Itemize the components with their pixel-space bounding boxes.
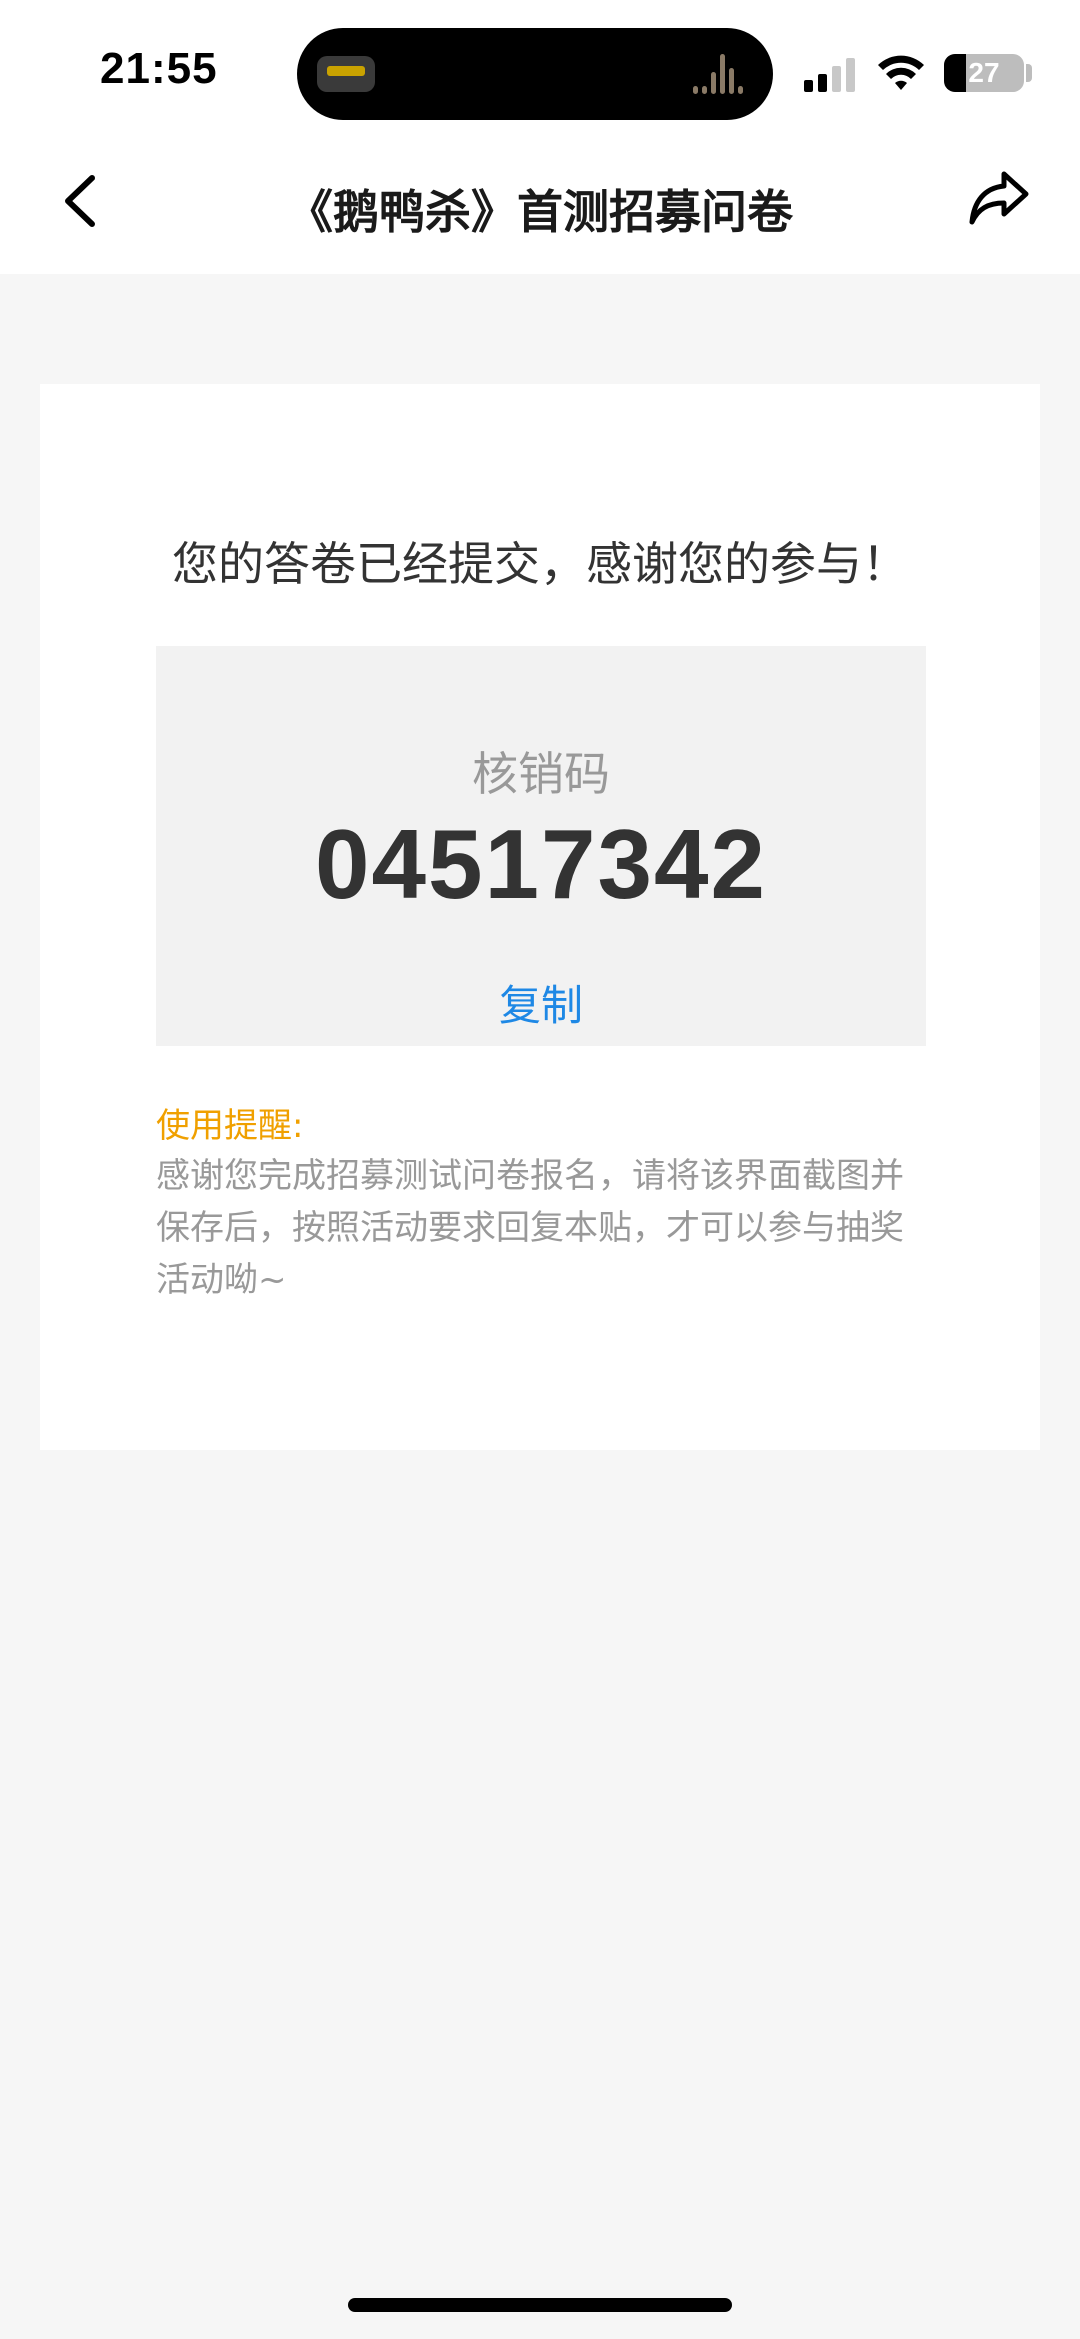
submit-success-message: 您的答卷已经提交，感谢您的参与！ [172,537,908,591]
top-bar: 21:55 27 《鹅鸭杀》首测招募问卷 [0,0,1080,274]
usage-notice-text: 感谢您完成招募测试问卷报名，请将该界面截图并保存后，按照活动要求回复本贴，才可以… [156,1156,904,1300]
dynamic-island[interactable] [297,28,773,120]
status-time: 21:55 [100,44,218,93]
battery-cap [1026,64,1032,82]
battery-level: 27 [968,57,1000,88]
copy-button[interactable]: 复制 [491,972,591,1033]
page-title: 《鹅鸭杀》首测招募问卷 [287,185,793,239]
wifi-icon [878,55,924,90]
verification-code-box: 核销码 04517342 复制 [156,646,926,1046]
share-arrow-icon[interactable] [966,168,1032,230]
usage-notice-title: 使用提醒: [156,1106,304,1146]
cellular-signal-icon [804,56,858,92]
chevron-left-icon[interactable] [52,168,112,234]
verification-code-label: 核销码 [472,747,610,801]
result-card: 您的答卷已经提交，感谢您的参与！ 核销码 04517342 复制 使用提醒: 感… [40,384,1040,1450]
audio-waveform-icon [693,54,749,94]
home-indicator[interactable] [348,2298,732,2312]
verification-code-value: 04517342 [314,809,768,919]
now-playing-artwork-icon [317,56,375,92]
screen: 21:55 27 《鹅鸭杀》首测招募问卷 您的答卷已经提交，感谢您的参与！ 核销… [0,0,1080,2339]
